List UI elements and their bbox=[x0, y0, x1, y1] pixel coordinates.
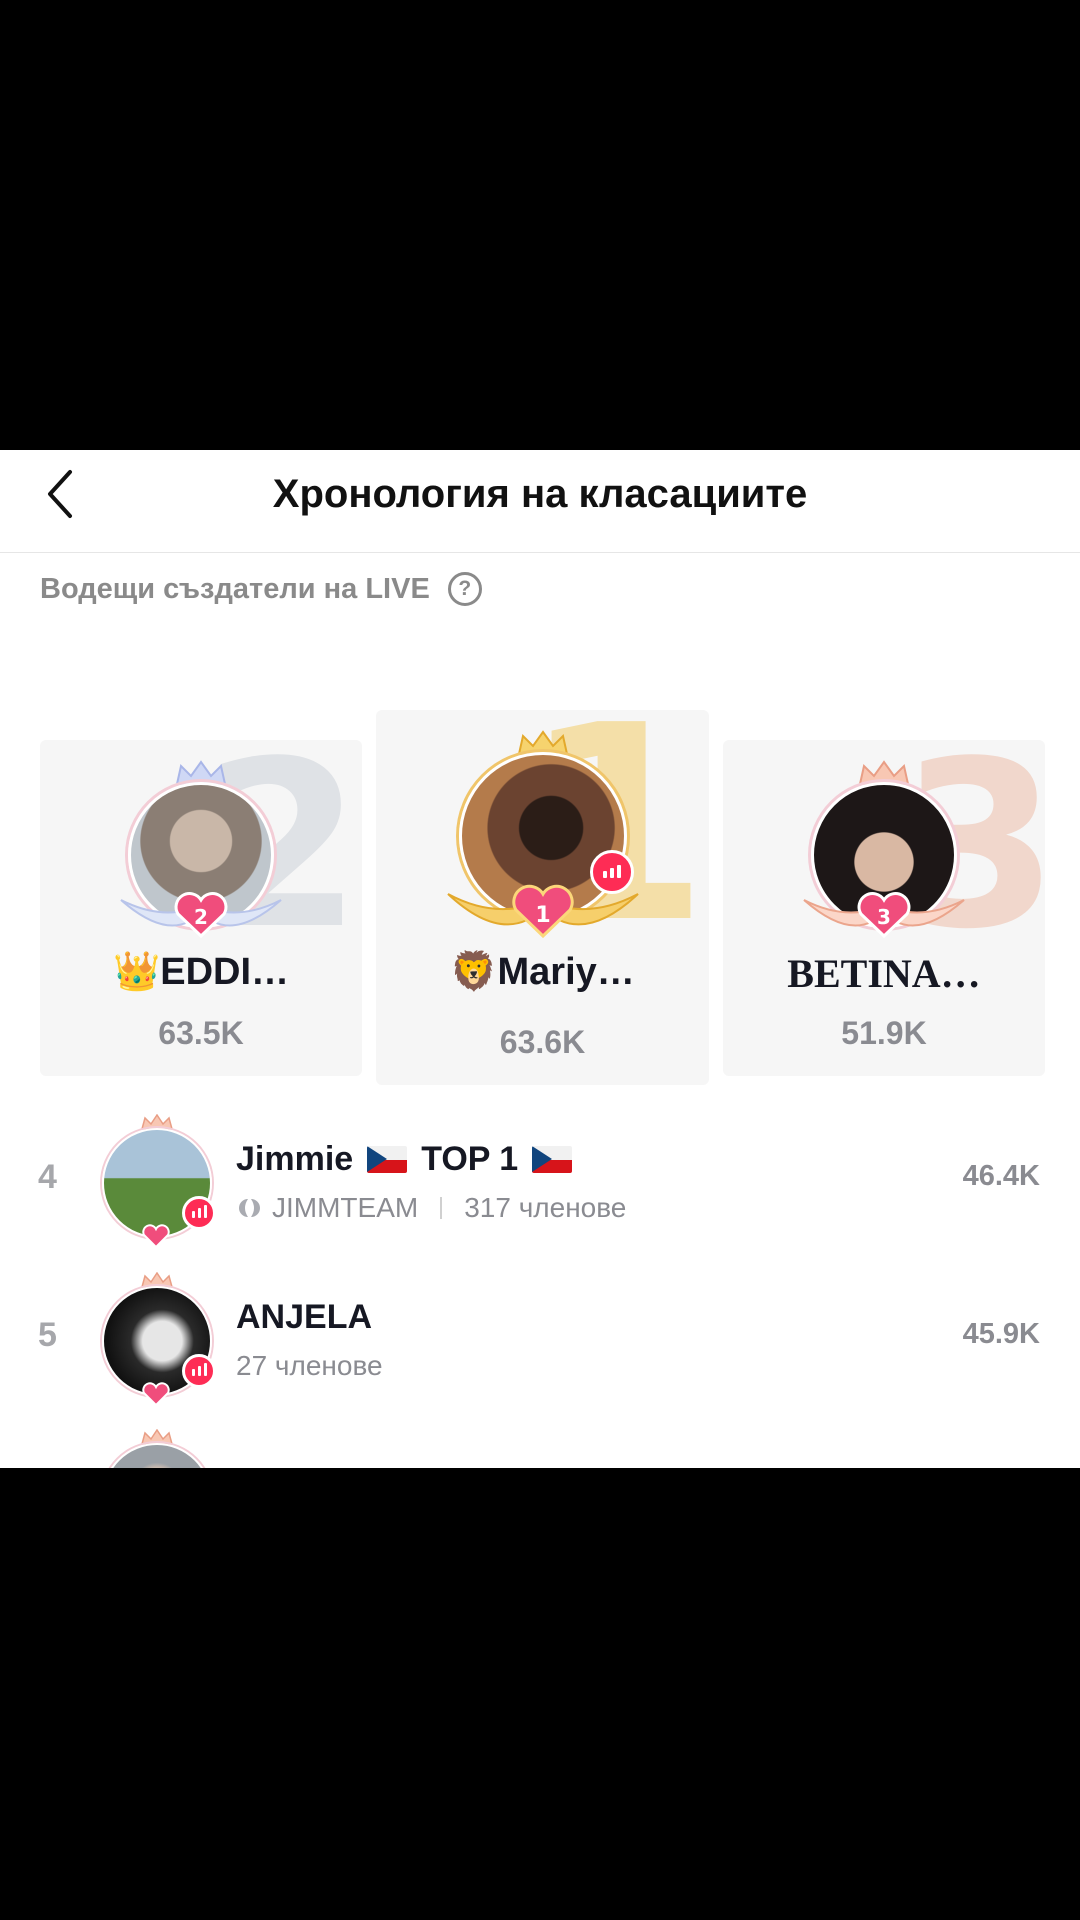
rank-badge-text: 1 bbox=[535, 903, 550, 928]
page-title: Хронология на класациите bbox=[272, 472, 808, 516]
divider bbox=[440, 1197, 443, 1219]
creator-score: 51.9K bbox=[841, 1015, 927, 1051]
member-count: 27 членове bbox=[236, 1350, 383, 1381]
team-name: JIMMTEAM bbox=[272, 1192, 419, 1223]
list-item[interactable]: 5 ANJELA 27 членове 45.9K bbox=[0, 1268, 1080, 1418]
avatar-frame: 3 bbox=[803, 760, 965, 940]
list-name-tag: TOP 1 bbox=[421, 1140, 519, 1178]
creator-score: 63.6K bbox=[499, 1024, 586, 1060]
list-name: ANJELA bbox=[236, 1298, 372, 1337]
list-score: 46.4K bbox=[962, 1160, 1040, 1192]
avatar-frame: 2 bbox=[120, 760, 282, 940]
czech-flag-icon bbox=[367, 1146, 408, 1173]
live-icon bbox=[182, 1354, 216, 1388]
list-name-text: Jimmie bbox=[236, 1140, 354, 1178]
section-label-text: Водещи създатели на LIVE bbox=[40, 572, 430, 605]
avatar-frame bbox=[100, 1429, 212, 1468]
avatar-frame: 1 bbox=[447, 730, 639, 939]
podium-card-1[interactable]: 1 1 🦁Mariy… 63.6K bbox=[376, 710, 709, 1085]
list-name: Jimmie TOP 1 bbox=[236, 1140, 573, 1179]
list-item[interactable] bbox=[0, 1425, 1080, 1468]
help-icon[interactable]: ? bbox=[447, 572, 482, 606]
heart-badge-icon bbox=[142, 1382, 170, 1406]
avatar bbox=[102, 1443, 212, 1468]
rank-badge-text: 3 bbox=[877, 905, 891, 929]
czech-flag-icon bbox=[532, 1146, 573, 1173]
rank-badge-text: 2 bbox=[194, 905, 208, 929]
section-label: Водещи създатели на LIVE ? bbox=[40, 572, 482, 606]
list-score: 45.9K bbox=[962, 1318, 1040, 1350]
creator-name: BETINA… bbox=[787, 951, 981, 996]
header: Хронология на класациите bbox=[0, 450, 1080, 553]
podium-card-2[interactable]: 2 2 👑EDDI… 63.5K bbox=[40, 740, 362, 1076]
rank-wings-icon: 2 bbox=[120, 892, 282, 939]
rank-wings-icon: 3 bbox=[803, 892, 965, 939]
team-icon bbox=[239, 1199, 260, 1217]
avatar-frame bbox=[100, 1114, 216, 1248]
podium-card-3[interactable]: 3 3 BETINA… 51.9K bbox=[723, 740, 1045, 1076]
live-icon bbox=[590, 850, 634, 894]
creator-name: 👑EDDI… bbox=[112, 951, 290, 993]
list-rank: 5 bbox=[38, 1316, 57, 1354]
list-name-text: ANJELA bbox=[236, 1298, 373, 1336]
creator-score: 63.5K bbox=[158, 1015, 244, 1051]
list-subtitle: 27 членове bbox=[236, 1350, 383, 1382]
live-icon bbox=[182, 1196, 216, 1230]
list-rank: 4 bbox=[38, 1158, 57, 1196]
leaderboard-panel: Хронология на класациите Водещи създател… bbox=[0, 450, 1080, 1468]
creator-name: 🦁Mariy… bbox=[450, 951, 635, 993]
list-item[interactable]: 4 Jimmie TOP 1 JIMMTEAM 317 членове 46.4… bbox=[0, 1110, 1080, 1260]
avatar-frame bbox=[100, 1272, 216, 1406]
heart-badge-icon bbox=[142, 1224, 170, 1248]
list-subtitle: JIMMTEAM 317 членове bbox=[236, 1192, 626, 1224]
member-count: 317 членове bbox=[464, 1192, 627, 1223]
